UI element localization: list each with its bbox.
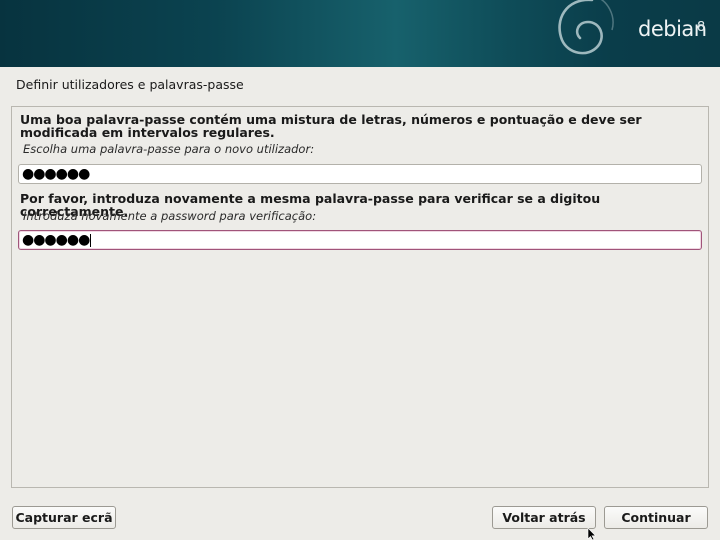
verify-password-field[interactable]: ●●●●●●	[18, 230, 702, 250]
mouse-pointer-icon	[587, 528, 597, 540]
debian-version: 8	[697, 20, 706, 35]
password-prompt: Escolha uma palavra-passe para o novo ut…	[23, 142, 315, 156]
text-caret	[90, 233, 92, 247]
password-masked-value: ●●●●●●	[22, 166, 90, 182]
verify-prompt: Introduza novamente a password para veri…	[23, 209, 317, 223]
verify-masked-value: ●●●●●●	[22, 232, 90, 248]
debian-swirl-icon	[558, 0, 614, 55]
back-button[interactable]: Voltar atrás	[492, 506, 596, 529]
continue-button[interactable]: Continuar	[604, 506, 708, 529]
password-description: Uma boa palavra-passe contém uma mistura…	[20, 112, 642, 140]
screenshot-button[interactable]: Capturar ecrã	[12, 506, 116, 529]
header-banner: debian 8	[0, 0, 720, 67]
password-field[interactable]: ●●●●●●	[18, 164, 702, 184]
page-title: Definir utilizadores e palavras-passe	[16, 77, 244, 92]
